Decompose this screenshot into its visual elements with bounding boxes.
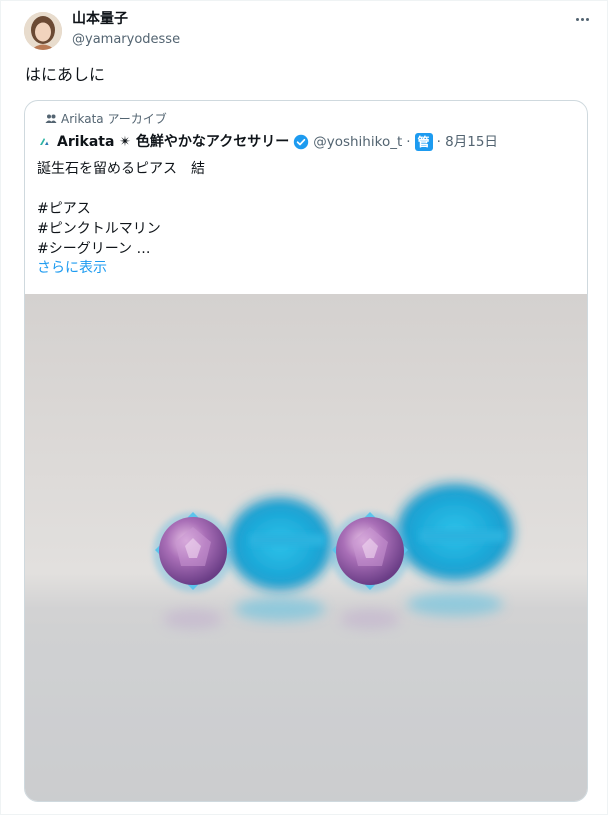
arikata-logo-icon[interactable]	[37, 135, 51, 149]
tweet-text: はにあしに	[25, 65, 106, 84]
header-separator: ·	[406, 134, 411, 150]
quoted-text: 誕生石を留めるピアス 結 #ピアス #ピンクトルマリン #シーグリーン …	[37, 161, 205, 257]
quoted-author-name[interactable]: Arikata ✴ 色鮮やかなアクセサリー	[57, 132, 289, 152]
more-icon[interactable]	[572, 10, 592, 28]
affiliation-badge[interactable]: 管	[414, 133, 433, 151]
earrings-photo[interactable]	[25, 294, 587, 801]
show-more-link[interactable]: さらに表示	[37, 258, 107, 278]
right-earring	[330, 512, 410, 592]
quoted-tweet-header: Arikata ✴ 色鮮やかなアクセサリー @yoshihiko_t · 管 ·…	[37, 132, 498, 152]
avatar[interactable]	[24, 12, 62, 50]
quoted-date[interactable]: · 8月15日	[437, 132, 498, 152]
social-context-label: Arikata アーカイブ	[61, 112, 167, 126]
left-earring	[153, 512, 233, 592]
quoted-tweet[interactable]: Arikata アーカイブ Arikata ✴ 色鮮やかなアクセサリー @yos…	[24, 100, 588, 802]
quoted-author-handle[interactable]: @yoshihiko_t	[313, 132, 402, 152]
verified-badge-icon	[293, 134, 309, 150]
author-handle[interactable]: @yamaryodesse	[72, 31, 180, 49]
author-name[interactable]: 山本量子	[72, 10, 128, 28]
social-context[interactable]: Arikata アーカイブ	[45, 111, 167, 127]
community-icon	[45, 114, 57, 123]
